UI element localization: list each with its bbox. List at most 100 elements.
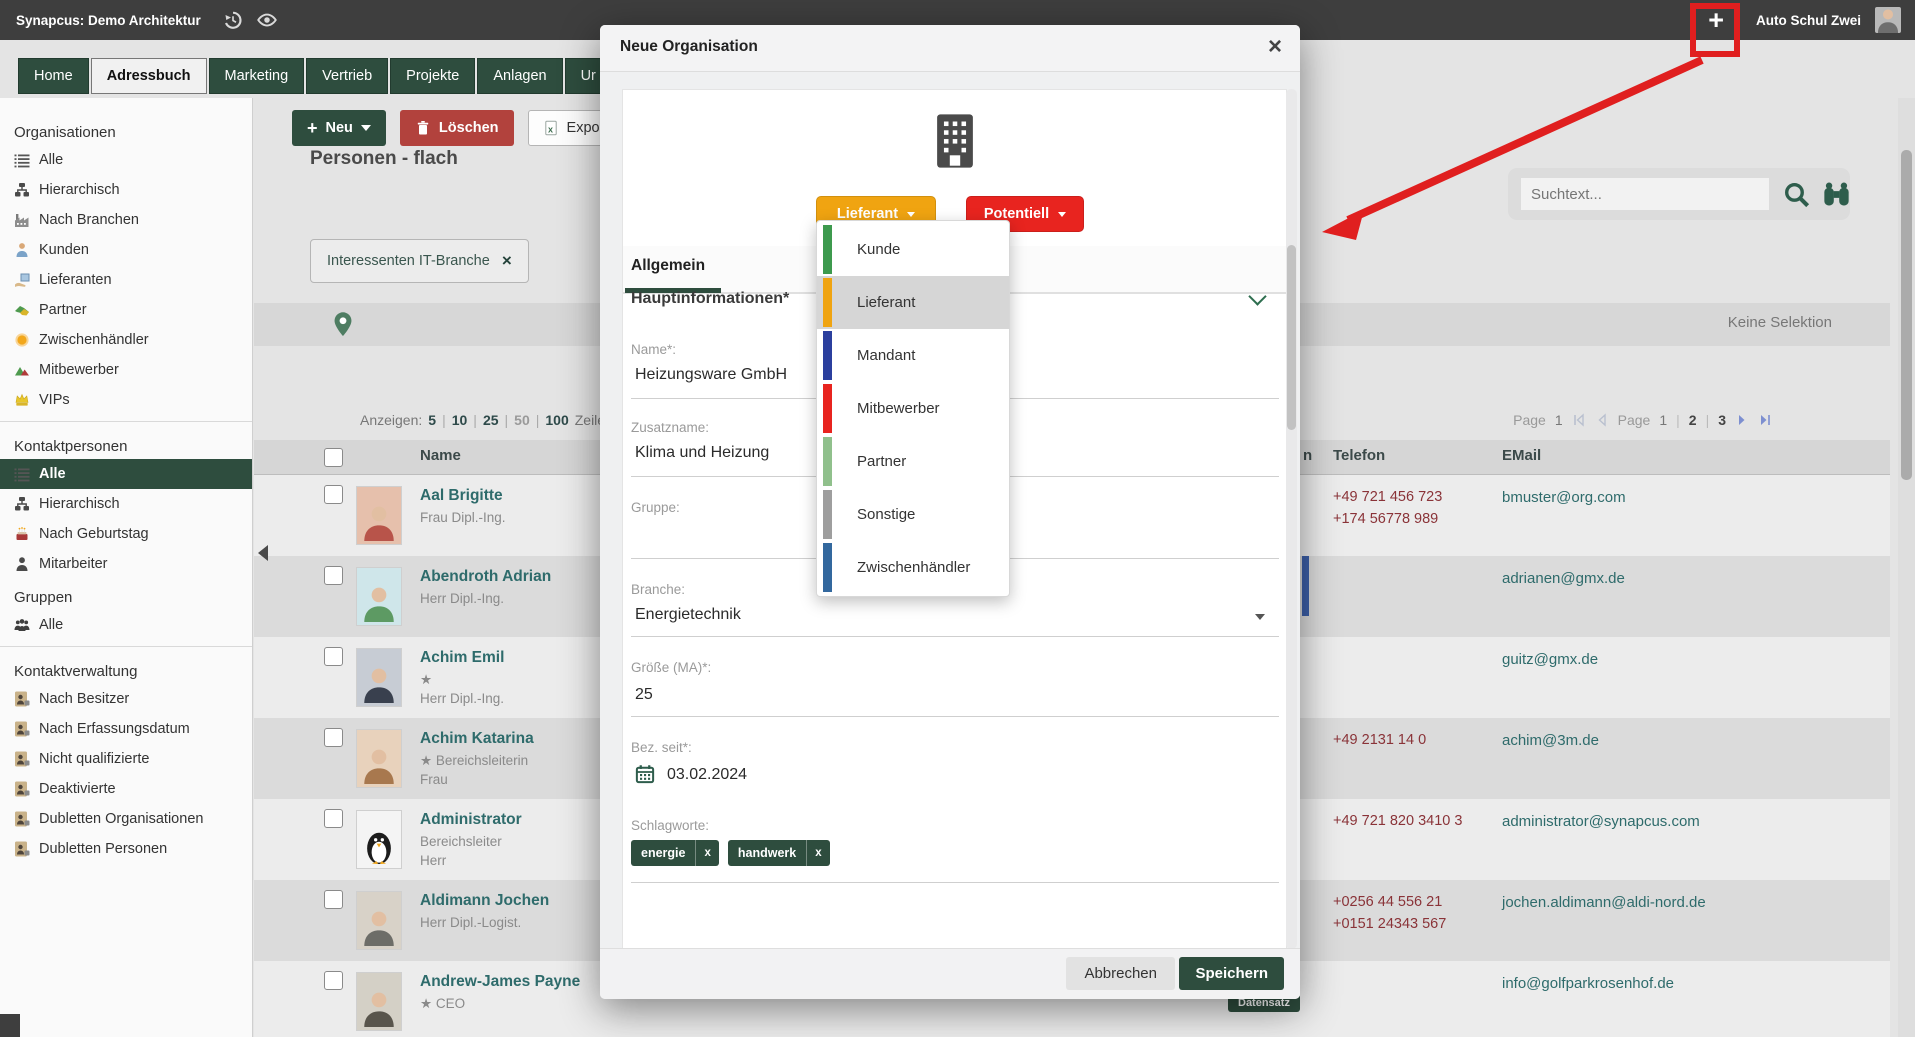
person-name[interactable]: Achim Emil [420, 649, 504, 667]
sidebar-item-kunden[interactable]: Kunden [0, 235, 252, 265]
person-name[interactable]: Aal Brigitte [420, 487, 503, 505]
pagination-next-icon[interactable] [1735, 413, 1749, 427]
new-button[interactable]: +Neu [292, 110, 386, 146]
search-icon[interactable] [1783, 181, 1810, 208]
person-email[interactable]: bmuster@org.com [1502, 489, 1626, 506]
rpp-option-100[interactable]: 100 [545, 412, 568, 428]
sidebar-item-org-alle[interactable]: Alle [0, 145, 252, 175]
person-name[interactable]: Administrator [420, 811, 522, 829]
person-name[interactable]: Aldimann Jochen [420, 892, 549, 910]
page-scrollbar-thumb[interactable] [1901, 150, 1912, 480]
pagination-page-3[interactable]: 3 [1718, 412, 1726, 428]
tab-projekte[interactable]: Projekte [390, 58, 475, 94]
tab-adressbuch[interactable]: Adressbuch [91, 58, 207, 94]
filter-chip[interactable]: Interessenten IT-Branche × [310, 239, 529, 283]
tag-energie[interactable]: energiex [631, 840, 719, 866]
sidebar-item-deaktivierte[interactable]: Deaktivierte [0, 774, 252, 804]
person-email[interactable]: achim@3m.de [1502, 732, 1599, 749]
person-email[interactable]: info@golfparkrosenhof.de [1502, 975, 1674, 992]
sidebar-item-nicht-qualifizierte[interactable]: Nicht qualifizierte [0, 744, 252, 774]
tab-home[interactable]: Home [18, 58, 89, 94]
annotation-highlight-box [1690, 3, 1740, 57]
sidebar-collapse-handle[interactable] [258, 545, 268, 561]
person-name[interactable]: Andrew-James Payne [420, 973, 580, 991]
row-checkbox[interactable] [324, 971, 343, 990]
rpp-option-25[interactable]: 25 [483, 412, 499, 428]
calendar-icon[interactable] [635, 764, 655, 784]
sidebar-item-nach-erfassungsdatum[interactable]: Nach Erfassungsdatum [0, 714, 252, 744]
row-checkbox[interactable] [324, 809, 343, 828]
sidebar-item-gruppen-alle[interactable]: Alle [0, 610, 252, 640]
zusatzname-field[interactable]: Klima und Heizung [635, 444, 769, 462]
row-checkbox[interactable] [324, 647, 343, 666]
tab-anlagen[interactable]: Anlagen [477, 58, 562, 94]
pagination-last-icon[interactable] [1758, 413, 1772, 427]
branche-field[interactable]: Energietechnik [635, 606, 741, 624]
dropdown-option-mandant[interactable]: Mandant [817, 329, 1009, 382]
person-email[interactable]: jochen.aldimann@aldi-nord.de [1502, 894, 1706, 911]
sidebar-item-mitarbeiter[interactable]: Mitarbeiter [0, 549, 252, 579]
groesse-field[interactable]: 25 [635, 686, 653, 704]
rpp-option-50[interactable]: 50 [514, 412, 530, 428]
sidebar-item-lieferanten[interactable]: Lieferanten [0, 265, 252, 295]
sidebar-item-personen-hierarchisch[interactable]: Hierarchisch [0, 489, 252, 519]
pagination-first-icon[interactable] [1572, 413, 1586, 427]
tag-handwerk[interactable]: handwerkx [728, 840, 830, 866]
tab-allgemein[interactable]: Allgemein [631, 257, 705, 275]
sidebar-item-partner[interactable]: Partner [0, 295, 252, 325]
person-email[interactable]: guitz@gmx.de [1502, 651, 1598, 668]
dropdown-option-lieferant[interactable]: Lieferant [817, 276, 1009, 329]
delete-button[interactable]: Löschen [400, 110, 514, 146]
row-checkbox[interactable] [324, 728, 343, 747]
person-email[interactable]: adrianen@gmx.de [1502, 570, 1625, 587]
user-avatar[interactable] [1875, 7, 1901, 33]
caret-down-icon[interactable] [1255, 614, 1265, 620]
tab-marketing[interactable]: Marketing [209, 58, 305, 94]
modal-scrollbar[interactable] [1286, 89, 1297, 949]
search-input[interactable] [1521, 178, 1769, 210]
cancel-button[interactable]: Abbrechen [1066, 957, 1175, 990]
pagination-page-1[interactable]: 1 [1659, 412, 1667, 428]
rpp-option-5[interactable]: 5 [428, 412, 436, 428]
dropdown-option-zwischenhaendler[interactable]: Zwischenhändler [817, 541, 1009, 594]
page-scrollbar[interactable] [1898, 98, 1915, 1037]
sidebar-item-mitbewerber[interactable]: Mitbewerber [0, 355, 252, 385]
tab-vertrieb[interactable]: Vertrieb [306, 58, 388, 94]
eye-icon[interactable] [257, 10, 277, 30]
dropdown-option-partner[interactable]: Partner [817, 435, 1009, 488]
person-name[interactable]: Achim Katarina [420, 730, 534, 748]
save-button[interactable]: Speichern [1179, 957, 1284, 990]
row-checkbox[interactable] [324, 566, 343, 585]
person-name[interactable]: Abendroth Adrian [420, 568, 551, 586]
tag-remove-icon[interactable]: x [696, 841, 718, 865]
row-checkbox[interactable] [324, 890, 343, 909]
dropdown-option-kunde[interactable]: Kunde [817, 223, 1009, 276]
sidebar-item-zwischenhaendler[interactable]: Zwischenhändler [0, 325, 252, 355]
pagination-page-2[interactable]: 2 [1689, 412, 1697, 428]
rpp-option-10[interactable]: 10 [452, 412, 468, 428]
sidebar-item-nach-geburtstag[interactable]: Nach Geburtstag [0, 519, 252, 549]
dropdown-option-mitbewerber[interactable]: Mitbewerber [817, 382, 1009, 435]
user-name[interactable]: Auto Schul Zwei [1756, 13, 1861, 28]
pagination-prev-icon[interactable] [1595, 413, 1609, 427]
sidebar-item-personen-alle[interactable]: Alle [0, 459, 252, 489]
history-icon[interactable] [223, 10, 243, 30]
row-checkbox[interactable] [324, 485, 343, 504]
close-icon[interactable]: × [1268, 33, 1282, 61]
sidebar-item-dubletten-organisationen[interactable]: Dubletten Organisationen [0, 804, 252, 834]
dropdown-option-sonstige[interactable]: Sonstige [817, 488, 1009, 541]
sidebar-item-nach-branchen[interactable]: Nach Branchen [0, 205, 252, 235]
chip-close-icon[interactable]: × [502, 251, 512, 271]
location-pin-icon[interactable] [330, 311, 356, 337]
person-email[interactable]: administrator@synapcus.com [1502, 813, 1700, 830]
sidebar-item-nach-besitzer[interactable]: Nach Besitzer [0, 684, 252, 714]
sidebar-item-dubletten-personen[interactable]: Dubletten Personen [0, 834, 252, 864]
bez-seit-field[interactable]: 03.02.2024 [667, 766, 747, 784]
tag-remove-icon[interactable]: x [807, 841, 829, 865]
sidebar-item-vips[interactable]: VIPs [0, 385, 252, 415]
binoculars-icon[interactable] [1823, 181, 1850, 208]
modal-scrollbar-thumb[interactable] [1287, 245, 1296, 430]
select-all-checkbox[interactable] [324, 448, 343, 467]
sidebar-item-org-hierarchisch[interactable]: Hierarchisch [0, 175, 252, 205]
name-field[interactable]: Heizungsware GmbH [635, 366, 787, 384]
